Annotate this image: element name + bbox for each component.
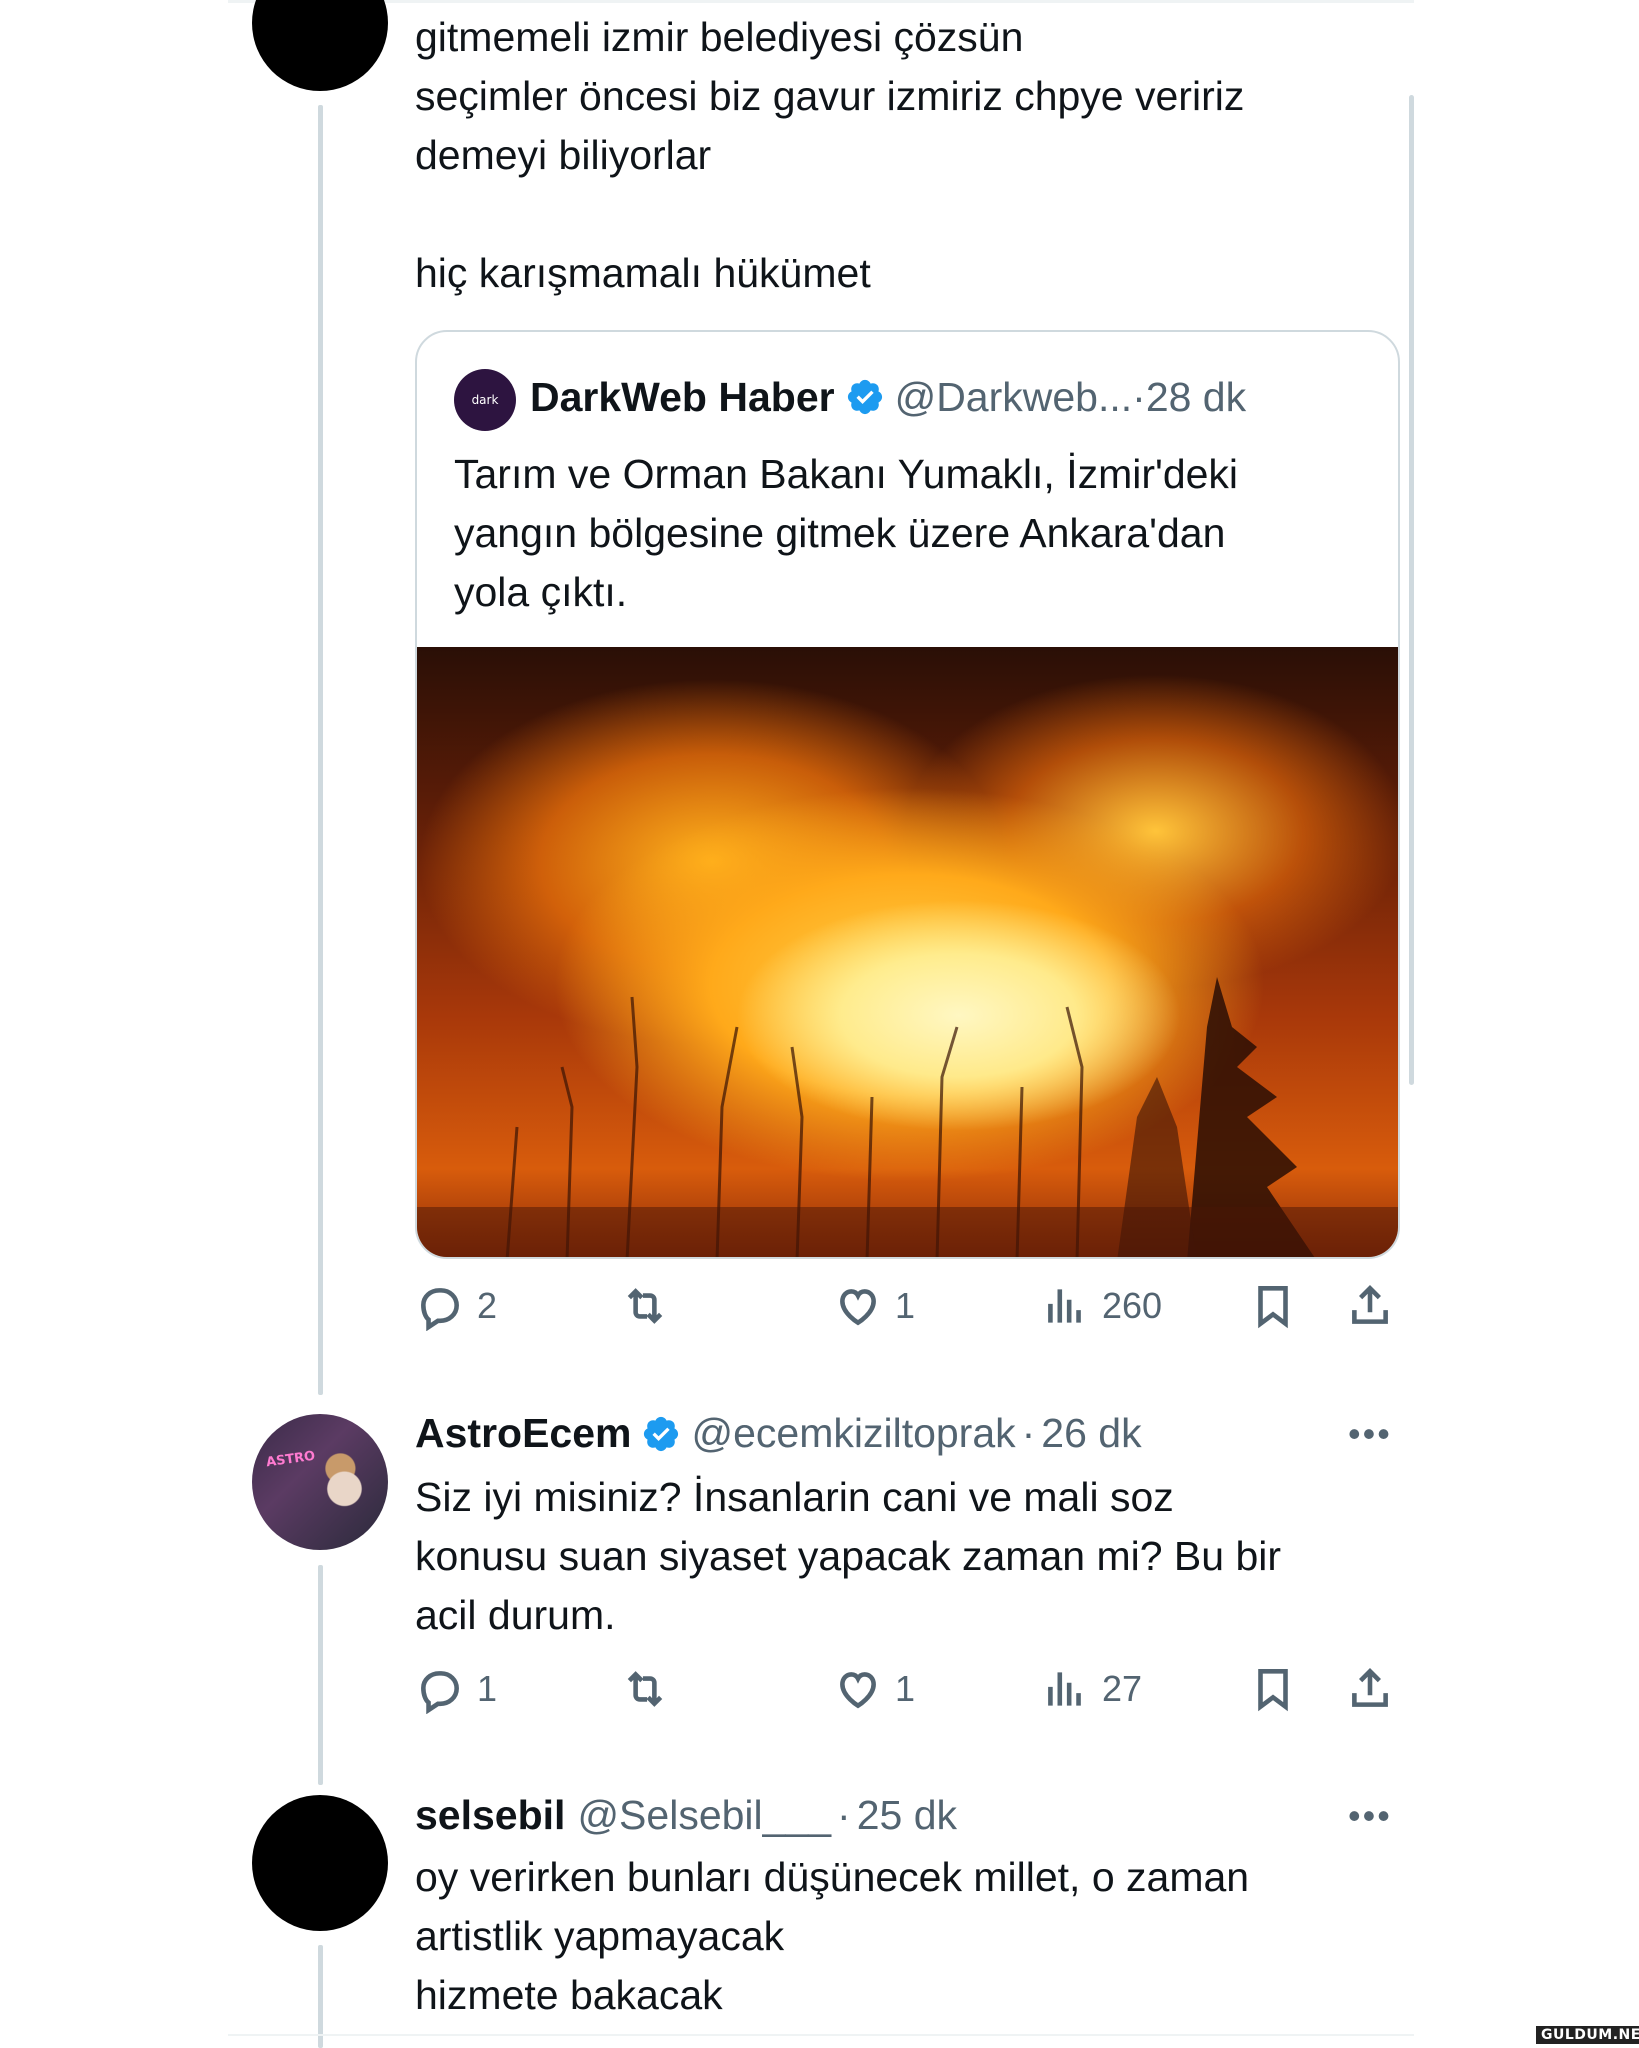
verified-icon [847,379,882,415]
author-name[interactable]: AstroEcem [415,1404,631,1463]
like-button[interactable]: 1 [833,1281,915,1331]
verified-icon [644,1416,679,1451]
quoted-avatar-logo: dark [471,393,499,407]
thread-line [318,1945,323,2048]
author-name[interactable]: selsebil [415,1786,565,1845]
more-icon[interactable]: ••• [1348,1413,1392,1455]
avatar-neon-sign: ASTRO [265,1448,317,1471]
share-icon [1352,1668,1388,1707]
view-count: 27 [1102,1668,1143,1709]
reply-icon [421,1288,459,1331]
tree-silhouettes [417,977,1398,1257]
avatar[interactable] [252,0,388,91]
views-icon [1048,1289,1081,1323]
avatar[interactable] [252,1795,388,1931]
views-button[interactable]: 27 [1040,1664,1142,1714]
quoted-timestamp[interactable]: 28 dk [1146,366,1246,428]
quoted-avatar[interactable]: dark [454,369,516,431]
timestamp[interactable]: 25 dk [857,1786,957,1845]
bookmark-icon [1258,1669,1288,1712]
tweet-text: Siz iyi misiniz? İnsanlarin cani ve mali… [415,1474,1282,1638]
share-icon [1352,1285,1388,1324]
reply-count: 1 [477,1668,498,1709]
top-divider [228,0,1414,3]
bottom-divider [228,2034,1414,2036]
quoted-tweet-text: Tarım ve Orman Bakanı Yumaklı, İzmir'dek… [454,451,1239,615]
tweet-text: oy verirken bunları düşünecek millet, o … [415,1854,1250,2018]
quoted-tweet-card[interactable]: dark DarkWeb Haber @Darkweb... · 28 dk T… [415,330,1400,1259]
retweet-icon [627,1288,663,1324]
site-watermark: GULDUM.NET [1536,2026,1639,2044]
like-icon [840,1289,876,1326]
bookmark-icon [1258,1286,1288,1329]
reply-count: 2 [477,1285,498,1326]
like-count: 1 [895,1668,916,1709]
tweet-text: gitmemeli izmir belediyesi çözsün seçiml… [415,14,1245,296]
views-icon [1048,1672,1081,1706]
thread-line [318,105,323,1395]
separator-dot: · [1021,1410,1036,1456]
like-icon [840,1672,876,1709]
share-button[interactable] [1345,1664,1395,1714]
bookmark-button[interactable] [1248,1281,1298,1331]
scrollbar[interactable] [1409,95,1414,1085]
view-count: 260 [1102,1285,1163,1326]
quoted-tweet-header: DarkWeb Haber @Darkweb... · 28 dk [530,366,1246,428]
reply-button[interactable]: 2 [415,1281,497,1331]
views-button[interactable]: 260 [1040,1281,1162,1331]
thread-line [318,1565,323,1785]
separator-dot: · [837,1792,851,1838]
quoted-author-name[interactable]: DarkWeb Haber [530,366,835,428]
tweet-header: AstroEcem @ecemkiziltoprak · 26 dk [415,1404,1142,1463]
retweet-button[interactable] [620,1281,670,1331]
author-handle[interactable]: @Selsebil___ [577,1786,831,1845]
wildfire-photo[interactable] [417,647,1398,1257]
like-button[interactable]: 1 [833,1664,915,1714]
separator-dot: · [1132,374,1146,420]
reply-icon [421,1671,459,1714]
share-button[interactable] [1345,1281,1395,1331]
tweet-actions: 2 1 260 [415,1281,1400,1341]
tweet-thread: gitmemeli izmir belediyesi çözsün seçiml… [0,0,1639,2048]
tweet-actions: 1 1 27 [415,1664,1400,1724]
reply-button[interactable]: 1 [415,1664,497,1714]
avatar[interactable]: ASTRO [252,1414,388,1550]
timestamp[interactable]: 26 dk [1041,1404,1141,1463]
quoted-author-handle[interactable]: @Darkweb... [895,366,1133,428]
author-handle[interactable]: @ecemkiziltoprak [691,1404,1015,1463]
bookmark-button[interactable] [1248,1664,1298,1714]
tweet-header: selsebil @Selsebil___ · 25 dk [415,1786,957,1845]
more-icon[interactable]: ••• [1348,1795,1392,1837]
like-count: 1 [895,1285,916,1326]
retweet-button[interactable] [620,1664,670,1714]
retweet-icon [627,1671,663,1707]
